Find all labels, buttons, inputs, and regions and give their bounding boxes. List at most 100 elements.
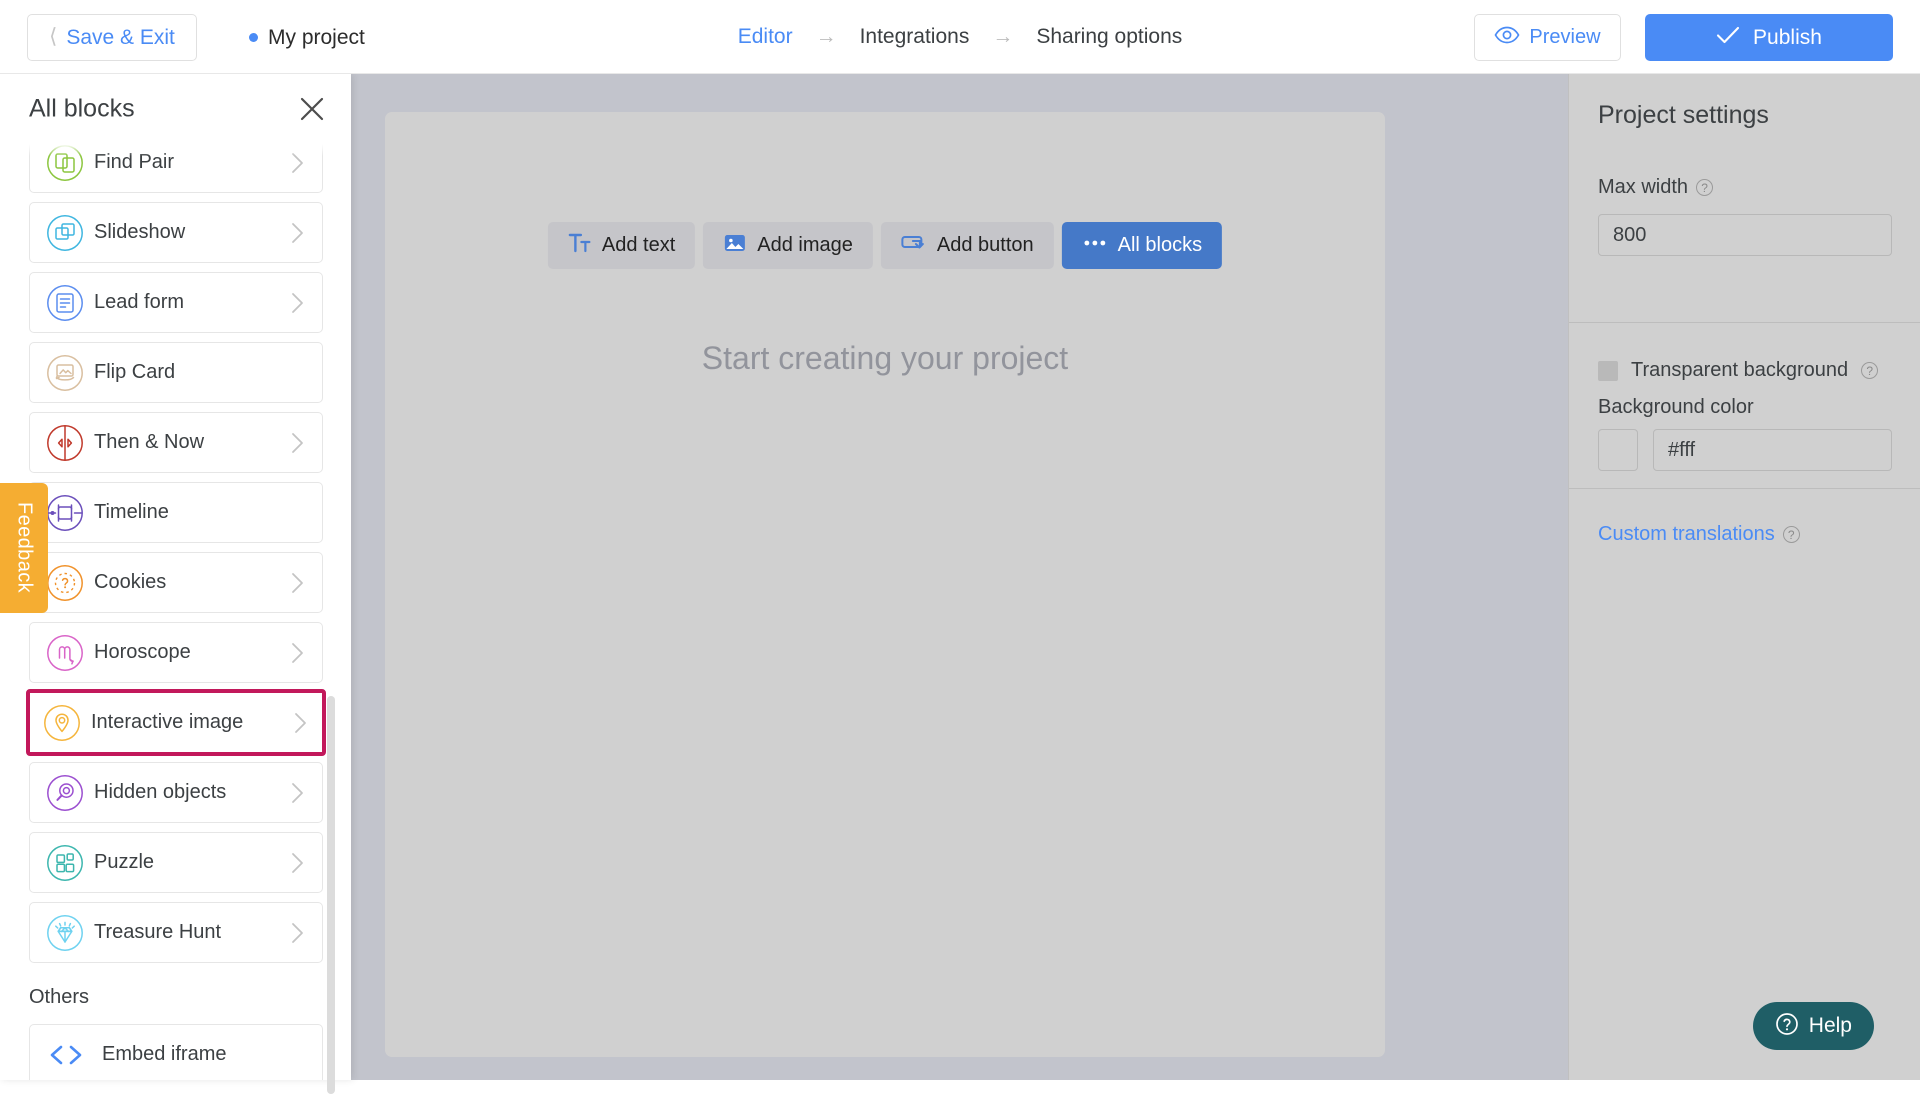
chevron-right-icon [291,922,304,944]
max-width-label: Max width ? [1598,176,1713,199]
all-blocks-sidebar: Find Pair Slideshow Lead form Flip Card Then… [0,74,351,1080]
chevron-right-icon [291,642,304,664]
breadcrumb-arrow-icon: → [992,25,1013,49]
panel-divider [1569,488,1920,489]
blocks-list[interactable]: Find Pair Slideshow Lead form Flip Card Then… [0,144,351,1080]
block-item-horoscope[interactable]: Horoscope [29,622,323,683]
ellipsis-icon [1082,231,1108,260]
close-icon[interactable] [297,94,327,124]
help-circle-icon[interactable]: ? [1696,179,1713,196]
block-item-treasure-hunt[interactable]: Treasure Hunt [29,902,323,963]
project-canvas[interactable]: Add text Add image [385,112,1385,1057]
transparent-background-label: Transparent background [1631,359,1848,382]
find-pair-icon [46,144,84,182]
block-item-lead-form[interactable]: Lead form [29,272,323,333]
add-image-label: Add image [757,234,853,257]
chevron-right-icon [291,152,304,174]
add-button-button[interactable]: Add button [881,222,1054,269]
breadcrumb-item-sharing-options[interactable]: Sharing options [1036,25,1182,49]
background-color-label: Background color [1598,396,1754,419]
block-item-label: Hidden objects [94,781,226,804]
chevron-right-icon [291,222,304,244]
block-item-puzzle[interactable]: Puzzle [29,832,323,893]
chevron-right-icon [291,572,304,594]
block-item-then-now[interactable]: Then & Now [29,412,323,473]
breadcrumb-arrow-icon: → [816,25,837,49]
puzzle-icon [46,844,84,882]
block-item-timeline[interactable]: Timeline [29,482,323,543]
max-width-value: 800 [1613,224,1646,247]
chevron-right-icon [291,782,304,804]
canvas-quick-toolbar: Add text Add image [548,222,1222,269]
sidebar-title: All blocks [29,95,135,124]
feedback-label: Feedback [13,502,36,593]
hidden-objects-icon [46,774,84,812]
block-item-label: Interactive image [91,711,243,734]
chevron-right-icon [291,432,304,454]
block-item-hidden-objects[interactable]: Hidden objects [29,762,323,823]
project-name-display[interactable]: My project [249,14,365,61]
block-item-label: Flip Card [94,361,175,384]
canvas-placeholder-text: Start creating your project [385,340,1385,377]
background-color-swatch[interactable] [1598,429,1638,471]
sidebar-scrollbar[interactable] [327,696,335,1094]
block-item-label: Slideshow [94,221,185,244]
button-icon [901,231,927,260]
project-settings-title: Project settings [1598,101,1769,130]
all-blocks-button[interactable]: All blocks [1062,222,1222,269]
top-toolbar: ⟨ Save & Exit My project Editor → Integr… [0,0,1920,74]
chevron-right-icon [294,712,307,734]
publish-button[interactable]: Publish [1645,14,1893,61]
custom-translations-link[interactable]: Custom translations ? [1598,523,1800,546]
chevron-right-icon [291,852,304,874]
save-and-exit-button[interactable]: ⟨ Save & Exit [27,14,197,61]
transparent-background-checkbox[interactable] [1598,361,1618,381]
publish-label: Publish [1753,26,1822,50]
block-item-interactive-image[interactable]: Interactive image [26,689,326,756]
add-image-button[interactable]: Add image [703,222,873,269]
block-item-label: Find Pair [94,151,174,174]
interactive-image-icon [43,704,81,742]
background-color-input[interactable]: #fff [1653,429,1892,471]
image-icon [723,231,747,260]
save-and-exit-label: Save & Exit [66,26,175,50]
transparent-background-toggle[interactable]: Transparent background ? [1598,359,1878,382]
block-item-slideshow[interactable]: Slideshow [29,202,323,263]
block-item-label: Puzzle [94,851,154,874]
then-and-now-icon [46,424,84,462]
chevron-right-icon [291,292,304,314]
max-width-input[interactable]: 800 [1598,214,1892,256]
block-item-cookies[interactable]: Cookies [29,552,323,613]
block-item-flip-card[interactable]: Flip Card [29,342,323,403]
block-item-label: Embed iframe [102,1043,227,1066]
lead-form-icon [46,284,84,322]
help-circle-icon[interactable]: ? [1783,526,1800,543]
block-item-label: Timeline [94,501,169,524]
help-circle-icon[interactable]: ? [1861,362,1878,379]
custom-translations-label: Custom translations [1598,523,1775,546]
block-item-find-pair[interactable]: Find Pair [29,144,323,193]
treasure-hunt-icon [46,914,84,952]
project-settings-panel: Project settings Max width ? 800 Transpa… [1568,74,1920,1080]
block-item-embed-iframe[interactable]: Embed iframe [29,1024,323,1080]
add-text-label: Add text [602,234,675,257]
add-text-button[interactable]: Add text [548,222,695,269]
help-widget-button[interactable]: Help [1753,1002,1874,1050]
feedback-tab[interactable]: Feedback [0,483,48,613]
others-section-heading: Others [29,986,89,1009]
status-dot-icon [249,33,258,42]
breadcrumb-item-integrations[interactable]: Integrations [860,25,970,49]
all-blocks-label: All blocks [1118,234,1202,257]
background-color-value: #fff [1668,439,1695,462]
chevron-left-icon: ⟨ [49,26,57,47]
preview-button[interactable]: Preview [1474,14,1621,61]
project-name-label: My project [268,26,365,50]
sidebar-header: All blocks [0,74,351,144]
slideshow-icon [46,214,84,252]
flip-card-icon [46,354,84,392]
breadcrumb-item-editor[interactable]: Editor [738,25,793,49]
eye-icon [1494,25,1520,50]
help-widget-label: Help [1809,1014,1852,1038]
block-item-label: Cookies [94,571,166,594]
embed-code-icon [47,1042,85,1068]
